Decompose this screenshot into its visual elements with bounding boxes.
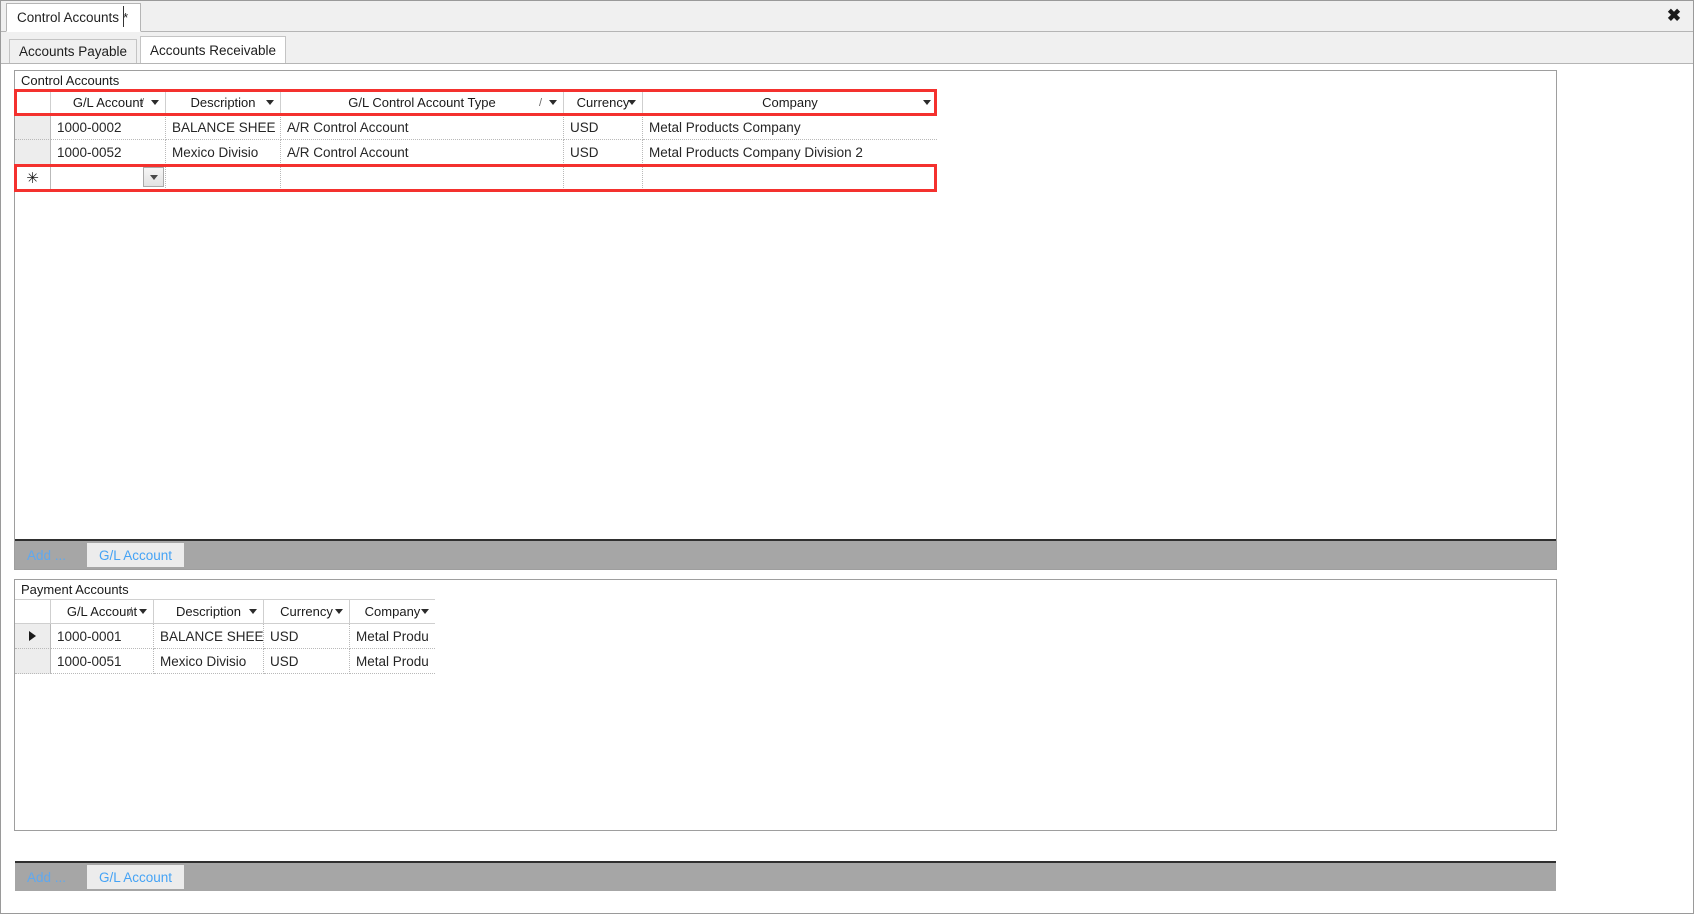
cell-currency: USD xyxy=(264,624,350,649)
payment-accounts-header-row: G/L Account / Description Currency Compa… xyxy=(15,599,435,624)
control-accounts-grid: G/L Account / Description G/L Control Ac… xyxy=(15,90,937,192)
control-accounts-add-bar: Add ... G/L Account xyxy=(15,539,1556,569)
new-row-gl-account-input[interactable] xyxy=(51,165,166,192)
add-link[interactable]: Add ... xyxy=(27,548,66,563)
payment-accounts-add-bar: Add ... G/L Account xyxy=(15,861,1556,891)
column-header-currency[interactable]: Currency xyxy=(264,600,350,623)
filter-dropdown-icon[interactable] xyxy=(421,609,429,614)
cell-company: Metal Products Company Division 2 xyxy=(643,140,937,165)
new-row-asterisk-icon: ✳ xyxy=(26,168,39,187)
tab-accounts-receivable-label: Accounts Receivable xyxy=(150,42,277,58)
cell-gl-control-account-type: A/R Control Account xyxy=(281,115,564,140)
column-header-description[interactable]: Description xyxy=(166,91,281,114)
document-tab-label: Control Accounts xyxy=(17,10,120,25)
row-selector-cell[interactable] xyxy=(15,624,51,649)
column-header-gl-account[interactable]: G/L Account / xyxy=(51,91,166,114)
cell-company: Metal Products Company xyxy=(643,115,937,140)
table-row[interactable]: 1000-0001 BALANCE SHEE USD Metal Produ xyxy=(15,624,435,649)
row-selector-cell[interactable] xyxy=(15,115,51,140)
row-selector-header xyxy=(15,600,51,623)
column-header-gl-account-label: G/L Account xyxy=(66,604,138,619)
cell-gl-account: 1000-0051 xyxy=(51,649,154,674)
column-header-company[interactable]: Company xyxy=(350,600,435,623)
row-selector-cell[interactable] xyxy=(15,649,51,674)
filter-dropdown-icon[interactable] xyxy=(151,100,159,105)
table-row[interactable]: 1000-0051 Mexico Divisio USD Metal Produ xyxy=(15,649,435,674)
control-accounts-panel-title: Control Accounts xyxy=(21,72,120,88)
add-gl-account-button[interactable]: G/L Account xyxy=(87,865,185,889)
table-row[interactable]: 1000-0052 Mexico Divisio A/R Control Acc… xyxy=(15,140,937,165)
add-gl-account-button[interactable]: G/L Account xyxy=(87,543,185,567)
filter-dropdown-icon[interactable] xyxy=(549,100,557,105)
chevron-down-icon[interactable] xyxy=(143,167,164,187)
payment-accounts-grid: G/L Account / Description Currency Compa… xyxy=(15,599,435,674)
filter-dropdown-icon[interactable] xyxy=(249,609,257,614)
control-accounts-header-row: G/L Account / Description G/L Control Ac… xyxy=(15,90,937,115)
new-row-company-cell[interactable] xyxy=(643,165,937,192)
control-accounts-window: Control Accounts * ✖ Accounts Payable Ac… xyxy=(0,0,1694,914)
column-header-gl-control-account-type[interactable]: G/L Control Account Type / xyxy=(281,91,564,114)
filter-dropdown-icon[interactable] xyxy=(266,100,274,105)
column-header-currency[interactable]: Currency xyxy=(564,91,643,114)
table-row[interactable]: 1000-0002 BALANCE SHEE A/R Control Accou… xyxy=(15,115,937,140)
cell-currency: USD xyxy=(564,115,643,140)
column-header-description-label: Description xyxy=(175,604,242,619)
column-header-gl-control-account-type-label: G/L Control Account Type xyxy=(348,95,496,110)
filter-dropdown-icon[interactable] xyxy=(139,609,147,614)
text-caret xyxy=(123,6,124,27)
current-row-arrow-icon xyxy=(29,631,36,641)
filter-dropdown-icon[interactable] xyxy=(335,609,343,614)
cell-description: BALANCE SHEE xyxy=(166,115,281,140)
sort-ascending-icon: / xyxy=(538,96,542,109)
column-header-company-label: Company xyxy=(762,95,818,110)
column-header-currency-label: Currency xyxy=(280,604,333,619)
close-icon[interactable]: ✖ xyxy=(1663,4,1685,26)
new-row-currency-cell[interactable] xyxy=(564,165,643,192)
new-row-marker-cell: ✳ xyxy=(15,165,51,192)
cell-gl-control-account-type: A/R Control Account xyxy=(281,140,564,165)
page-tab-bar: Accounts Payable Accounts Receivable xyxy=(1,32,1693,64)
cell-gl-account: 1000-0002 xyxy=(51,115,166,140)
row-selector-cell[interactable] xyxy=(15,140,51,165)
add-link[interactable]: Add ... xyxy=(27,870,66,885)
cell-gl-account: 1000-0052 xyxy=(51,140,166,165)
filter-dropdown-icon[interactable] xyxy=(628,100,636,105)
column-header-gl-account-label: G/L Account xyxy=(72,95,144,110)
new-row-description-cell[interactable] xyxy=(166,165,281,192)
column-header-currency-label: Currency xyxy=(576,95,630,110)
cell-currency: USD xyxy=(264,649,350,674)
column-header-company-label: Company xyxy=(364,604,421,619)
payment-accounts-panel-title: Payment Accounts xyxy=(21,581,129,597)
cell-description: Mexico Divisio xyxy=(166,140,281,165)
tab-accounts-payable-label: Accounts Payable xyxy=(19,44,128,59)
document-tab-control-accounts[interactable]: Control Accounts * xyxy=(6,3,142,32)
new-row-type-cell[interactable] xyxy=(281,165,564,192)
sort-ascending-icon: / xyxy=(128,605,132,618)
cell-currency: USD xyxy=(564,140,643,165)
sort-ascending-icon: / xyxy=(140,96,144,109)
tab-underline xyxy=(1,63,1693,64)
row-selector-header xyxy=(15,91,51,114)
new-row[interactable]: ✳ xyxy=(15,165,937,192)
filter-dropdown-icon[interactable] xyxy=(923,100,931,105)
cell-company: Metal Produ xyxy=(350,649,435,674)
column-header-gl-account[interactable]: G/L Account / xyxy=(51,600,154,623)
column-header-description[interactable]: Description xyxy=(154,600,264,623)
column-header-company[interactable]: Company xyxy=(643,91,937,114)
tab-accounts-receivable[interactable]: Accounts Receivable xyxy=(140,36,287,64)
column-header-description-label: Description xyxy=(190,95,256,110)
cell-description: BALANCE SHEE xyxy=(154,624,264,649)
cell-gl-account: 1000-0001 xyxy=(51,624,154,649)
cell-description: Mexico Divisio xyxy=(154,649,264,674)
tab-accounts-payable[interactable]: Accounts Payable xyxy=(9,39,138,64)
cell-company: Metal Produ xyxy=(350,624,435,649)
document-tab-bar: Control Accounts * ✖ xyxy=(1,1,1693,32)
